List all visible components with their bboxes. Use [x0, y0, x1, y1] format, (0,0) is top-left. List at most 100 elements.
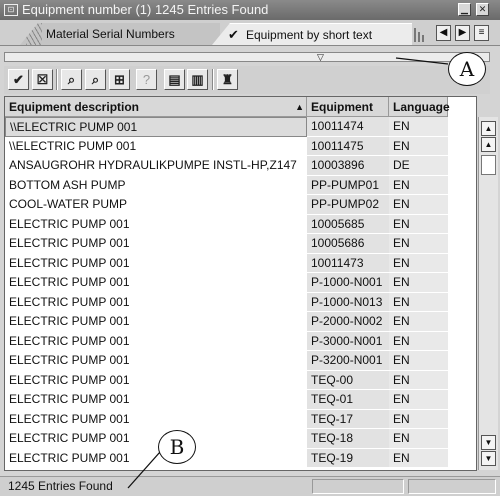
table-row[interactable]: ELECTRIC PUMP 001 10005685 EN — [5, 214, 476, 234]
table-row[interactable]: ELECTRIC PUMP 001 P-3000-N001 EN — [5, 331, 476, 351]
scroll-page-up-button[interactable]: ▲ — [481, 137, 496, 152]
tab-hatch-decoration — [26, 23, 42, 45]
print-icon[interactable]: ▤ — [164, 69, 185, 90]
cell-equipment: 10005686 — [307, 234, 389, 254]
table-row[interactable]: ELECTRIC PUMP 001 P-2000-N002 EN — [5, 312, 476, 332]
cell-language: EN — [389, 448, 448, 468]
scroll-up-button[interactable]: ▲ — [481, 121, 496, 136]
table-row[interactable]: ELECTRIC PUMP 001 P-3200-N001 EN — [5, 351, 476, 371]
cell-equipment-description: ELECTRIC PUMP 001 — [5, 448, 307, 468]
cell-equipment: P-3000-N001 — [307, 331, 389, 351]
tab-list-icon — [414, 26, 428, 42]
table-row[interactable]: BOTTOM ASH PUMP PP-PUMP01 EN — [5, 175, 476, 195]
table-row[interactable]: ELECTRIC PUMP 001 P-1000-N001 EN — [5, 273, 476, 293]
splitter-bar[interactable]: ▽ — [4, 52, 490, 62]
callout-b: B — [158, 430, 196, 464]
toolbar-separator — [56, 69, 58, 90]
cell-equipment: PP-PUMP02 — [307, 195, 389, 215]
table-row[interactable]: ELECTRIC PUMP 001 TEQ-19 EN — [5, 448, 476, 468]
table-row[interactable]: ELECTRIC PUMP 001 10005686 EN — [5, 234, 476, 254]
help-icon[interactable]: ? — [136, 69, 157, 90]
print-preview-icon[interactable]: ▥ — [187, 69, 208, 90]
table-row[interactable]: ELECTRIC PUMP 001 10011473 EN — [5, 253, 476, 273]
cell-equipment: 10011474 — [307, 117, 389, 137]
minimize-button[interactable]: ▁ — [458, 3, 471, 16]
cancel-icon[interactable]: ☒ — [32, 69, 53, 90]
cell-equipment-description: COOL-WATER PUMP — [5, 195, 307, 215]
window-menu-icon[interactable]: ⊡ — [4, 4, 18, 16]
cell-equipment-description: ELECTRIC PUMP 001 — [5, 214, 307, 234]
tab-label: Material Serial Numbers — [46, 27, 175, 41]
results-table: Equipment description ▲ Equipment Langua… — [4, 96, 477, 471]
table-row[interactable]: ELECTRIC PUMP 001 TEQ-01 EN — [5, 390, 476, 410]
cell-language: EN — [389, 292, 448, 312]
cell-language: DE — [389, 156, 448, 176]
broom-icon[interactable]: ♜ — [217, 69, 238, 90]
cell-equipment: 10003896 — [307, 156, 389, 176]
cell-language: EN — [389, 253, 448, 273]
vertical-scrollbar[interactable]: ▲ ▲ ▼ ▼ — [478, 117, 498, 470]
cell-equipment: 10005685 — [307, 214, 389, 234]
sort-ascending-icon: ▲ — [295, 102, 304, 112]
cell-language: EN — [389, 370, 448, 390]
tab-scroll-right-button[interactable]: ▶ — [455, 25, 470, 41]
cell-equipment-description: ELECTRIC PUMP 001 — [5, 429, 307, 449]
cell-equipment: TEQ-01 — [307, 390, 389, 410]
cell-equipment-description: \\ELECTRIC PUMP 001 — [5, 136, 307, 156]
cell-language: EN — [389, 234, 448, 254]
cell-language: EN — [389, 273, 448, 293]
cell-equipment: TEQ-19 — [307, 448, 389, 468]
table-row[interactable]: ELECTRIC PUMP 001 TEQ-18 EN — [5, 429, 476, 449]
cell-equipment-description: ELECTRIC PUMP 001 — [5, 273, 307, 293]
find-icon[interactable]: ⌕ — [61, 69, 82, 90]
tab-material-serial-numbers[interactable]: Material Serial Numbers — [20, 23, 220, 45]
table-row[interactable]: ELECTRIC PUMP 001 P-1000-N013 EN — [5, 292, 476, 312]
checkmark-icon: ✔ — [228, 27, 239, 42]
window-title-bar: ⊡ Equipment number (1) 1245 Entries Foun… — [0, 0, 500, 20]
column-header-label: Language — [393, 100, 450, 114]
column-header-label: Equipment description — [9, 100, 140, 114]
export-icon[interactable]: ⊞ — [109, 69, 130, 90]
cell-equipment: PP-PUMP01 — [307, 175, 389, 195]
cell-equipment-description: ELECTRIC PUMP 001 — [5, 409, 307, 429]
tab-scroll-left-button[interactable]: ◀ — [436, 25, 451, 41]
cell-equipment-description: ELECTRIC PUMP 001 — [5, 351, 307, 371]
checkmark-icon[interactable]: ✔ — [8, 69, 29, 90]
scroll-thumb[interactable] — [481, 155, 496, 175]
cell-language: EN — [389, 195, 448, 215]
cell-equipment: P-2000-N002 — [307, 312, 389, 332]
tab-list-button[interactable]: ≡ — [474, 25, 489, 41]
cell-language: EN — [389, 175, 448, 195]
column-header-language[interactable]: Language — [389, 97, 450, 117]
cell-equipment-description: ELECTRIC PUMP 001 — [5, 253, 307, 273]
column-header-equipment-description[interactable]: Equipment description ▲ — [5, 97, 307, 117]
table-row[interactable]: \\ELECTRIC PUMP 001 10011474 EN — [5, 117, 476, 137]
table-row[interactable]: ELECTRIC PUMP 001 TEQ-00 EN — [5, 370, 476, 390]
tab-label: Equipment by short text — [246, 28, 373, 42]
cell-language: EN — [389, 390, 448, 410]
table-row[interactable]: \\ELECTRIC PUMP 001 10011475 EN — [5, 136, 476, 156]
cell-equipment-description: ELECTRIC PUMP 001 — [5, 331, 307, 351]
cell-equipment-description: ELECTRIC PUMP 001 — [5, 234, 307, 254]
cell-equipment-description: ELECTRIC PUMP 001 — [5, 390, 307, 410]
tab-equipment-by-short-text[interactable]: ✔ Equipment by short text — [212, 23, 412, 45]
cell-equipment-description: \\ELECTRIC PUMP 001 — [5, 117, 307, 137]
cell-equipment: TEQ-17 — [307, 409, 389, 429]
cell-equipment-description: ANSAUGROHR HYDRAULIKPUMPE INSTL-HP,Z147 — [5, 156, 307, 176]
find-next-icon[interactable]: ⌕ — [85, 69, 106, 90]
column-header-equipment[interactable]: Equipment — [307, 97, 389, 117]
close-button[interactable]: ✕ — [476, 3, 489, 16]
toolbar-separator — [212, 69, 214, 90]
scroll-down-button[interactable]: ▼ — [481, 451, 496, 466]
cell-equipment-description: ELECTRIC PUMP 001 — [5, 312, 307, 332]
window-title: Equipment number (1) 1245 Entries Found — [22, 2, 269, 17]
status-text: 1245 Entries Found — [8, 479, 113, 493]
table-row[interactable]: ELECTRIC PUMP 001 TEQ-17 EN — [5, 409, 476, 429]
cell-equipment: P-1000-N001 — [307, 273, 389, 293]
cell-language: EN — [389, 331, 448, 351]
cell-equipment: P-1000-N013 — [307, 292, 389, 312]
scroll-page-down-button[interactable]: ▼ — [481, 435, 496, 450]
table-row[interactable]: COOL-WATER PUMP PP-PUMP02 EN — [5, 195, 476, 215]
table-row[interactable]: ANSAUGROHR HYDRAULIKPUMPE INSTL-HP,Z147 1… — [5, 156, 476, 176]
status-field — [312, 479, 404, 494]
